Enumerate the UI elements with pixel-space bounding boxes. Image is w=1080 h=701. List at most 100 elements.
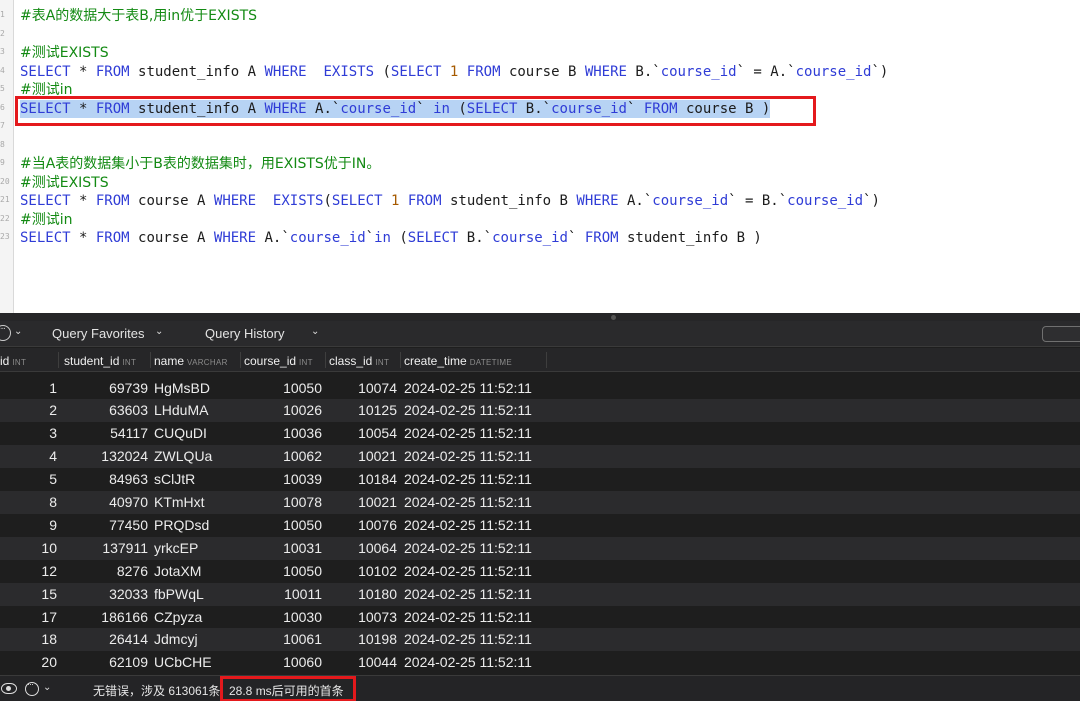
- table-cell-create-time[interactable]: 2024-02-25 11:52:11: [404, 425, 532, 441]
- table-cell-class-id[interactable]: 10102: [358, 563, 397, 579]
- table-row[interactable]: 12 8276 JotaXM 10050 10102 2024-02-25 11:52:1…: [0, 560, 1080, 583]
- table-cell-student-id[interactable]: 84963: [109, 471, 148, 487]
- column-header[interactable]: class_id INT: [329, 354, 389, 368]
- table-cell-course-id[interactable]: 10060: [283, 654, 322, 670]
- query-history-button[interactable]: Query History: [205, 326, 284, 341]
- editor-line[interactable]: 21 SELECT * FROM course A WHERE EXISTS(SE…: [0, 192, 1080, 211]
- table-cell-student-id[interactable]: 132024: [101, 448, 148, 464]
- table-cell-name[interactable]: LHduMA: [154, 402, 208, 418]
- table-cell-student-id[interactable]: 40970: [109, 494, 148, 510]
- sql-editor[interactable]: 1 #表A的数据大于表B,用in优于EXISTS 2 3 #测试EXISTS 4 SELEC…: [0, 0, 1080, 313]
- table-cell-id[interactable]: 20: [41, 654, 57, 670]
- table-row[interactable]: 9 77450 PRQDsd 10050 10076 2024-02-25 11:52:1…: [0, 514, 1080, 537]
- table-cell-course-id[interactable]: 10062: [283, 448, 322, 464]
- column-header[interactable]: student_id INT: [64, 354, 136, 368]
- table-cell-student-id[interactable]: 8276: [117, 563, 148, 579]
- column-divider[interactable]: [546, 352, 547, 368]
- table-cell-create-time[interactable]: 2024-02-25 11:52:11: [404, 540, 532, 556]
- editor-line[interactable]: 2: [0, 26, 1080, 45]
- table-cell-class-id[interactable]: 10076: [358, 517, 397, 533]
- table-cell-create-time[interactable]: 2024-02-25 11:52:11: [404, 631, 532, 647]
- column-header[interactable]: id INT: [0, 354, 26, 368]
- table-cell-name[interactable]: yrkcEP: [154, 540, 198, 556]
- table-cell-student-id[interactable]: 137911: [102, 540, 148, 556]
- column-divider[interactable]: [240, 352, 241, 368]
- column-divider[interactable]: [58, 352, 59, 368]
- table-cell-name[interactable]: HgMsBD: [154, 380, 210, 396]
- editor-line[interactable]: 1 #表A的数据大于表B,用in优于EXISTS: [0, 7, 1080, 26]
- table-cell-class-id[interactable]: 10064: [358, 540, 397, 556]
- table-cell-id[interactable]: 10: [41, 540, 57, 556]
- table-cell-id[interactable]: 9: [49, 517, 57, 533]
- table-cell-course-id[interactable]: 10039: [283, 471, 322, 487]
- eye-icon[interactable]: [1, 683, 17, 694]
- filter-input[interactable]: [1042, 326, 1080, 342]
- table-cell-student-id[interactable]: 54117: [110, 425, 148, 441]
- table-cell-id[interactable]: 15: [41, 586, 57, 602]
- editor-line[interactable]: 9 #当A表的数据集小于B表的数据集时，用EXISTS优于IN。: [0, 155, 1080, 174]
- table-cell-name[interactable]: Jdmcyj: [154, 631, 198, 647]
- table-row[interactable]: 1 69739 HgMsBD 10050 10074 2024-02-25 11:52:1…: [0, 377, 1080, 400]
- table-cell-course-id[interactable]: 10011: [284, 586, 322, 602]
- more-options-icon[interactable]: [25, 679, 39, 696]
- table-cell-create-time[interactable]: 2024-02-25 11:52:11: [404, 609, 532, 625]
- editor-line[interactable]: 22 #测试in: [0, 211, 1080, 230]
- table-cell-course-id[interactable]: 10050: [283, 563, 322, 579]
- table-cell-id[interactable]: 12: [41, 563, 57, 579]
- column-header[interactable]: create_time DATETIME: [404, 354, 512, 368]
- table-cell-id[interactable]: 1: [49, 380, 57, 396]
- table-cell-student-id[interactable]: 77450: [109, 517, 148, 533]
- table-cell-student-id[interactable]: 63603: [109, 402, 148, 418]
- table-cell-name[interactable]: JotaXM: [154, 563, 201, 579]
- table-cell-create-time[interactable]: 2024-02-25 11:52:11: [404, 654, 532, 670]
- table-cell-class-id[interactable]: 10125: [358, 402, 397, 418]
- table-cell-create-time[interactable]: 2024-02-25 11:52:11: [404, 494, 532, 510]
- table-cell-class-id[interactable]: 10074: [358, 380, 397, 396]
- table-cell-id[interactable]: 2: [49, 402, 57, 418]
- table-cell-name[interactable]: PRQDsd: [154, 517, 209, 533]
- table-cell-class-id[interactable]: 10073: [358, 609, 397, 625]
- table-cell-id[interactable]: 17: [41, 609, 57, 625]
- table-cell-class-id[interactable]: 10044: [358, 654, 397, 670]
- table-cell-course-id[interactable]: 10030: [283, 609, 322, 625]
- table-cell-id[interactable]: 18: [41, 631, 57, 647]
- table-cell-class-id[interactable]: 10184: [358, 471, 397, 487]
- table-cell-class-id[interactable]: 10180: [358, 586, 397, 602]
- column-divider[interactable]: [400, 352, 401, 368]
- table-cell-id[interactable]: 5: [49, 471, 57, 487]
- table-row[interactable]: 4 132024 ZWLQUa 10062 10021 2024-02-25 11:52:…: [0, 445, 1080, 469]
- table-cell-name[interactable]: CUQuDI: [154, 425, 207, 441]
- table-cell-student-id[interactable]: 69739: [109, 380, 148, 396]
- more-options-icon[interactable]: [0, 323, 11, 341]
- column-header[interactable]: name VARCHAR: [154, 354, 228, 368]
- table-cell-course-id[interactable]: 10050: [283, 380, 322, 396]
- column-header[interactable]: course_id INT: [244, 354, 313, 368]
- table-cell-name[interactable]: UCbCHE: [154, 654, 212, 670]
- editor-line[interactable]: 4 SELECT * FROM student_info A WHERE EXIS…: [0, 63, 1080, 82]
- chevron-down-icon[interactable]: ⌄: [311, 326, 319, 337]
- table-cell-course-id[interactable]: 10026: [283, 402, 322, 418]
- table-row[interactable]: 2 63603 LHduMA 10026 10125 2024-02-25 11:52:1…: [0, 399, 1080, 423]
- table-cell-course-id[interactable]: 10061: [283, 631, 322, 647]
- chevron-down-icon[interactable]: ⌄: [43, 682, 51, 693]
- table-cell-class-id[interactable]: 10021: [358, 448, 397, 464]
- editor-line[interactable]: 20 #测试EXISTS: [0, 174, 1080, 193]
- column-divider[interactable]: [150, 352, 151, 368]
- editor-line[interactable]: 3 #测试EXISTS: [0, 44, 1080, 63]
- table-row[interactable]: 17 186166 CZpyza 10030 10073 2024-02-25 11:52…: [0, 606, 1080, 629]
- table-cell-student-id[interactable]: 62109: [109, 654, 148, 670]
- table-row[interactable]: 10 137911 yrkcEP 10031 10064 2024-02-25 11:52…: [0, 536, 1080, 560]
- table-cell-create-time[interactable]: 2024-02-25 11:52:11: [404, 586, 532, 602]
- query-favorites-button[interactable]: Query Favorites: [52, 326, 144, 341]
- chevron-down-icon[interactable]: ⌄: [14, 326, 22, 337]
- table-cell-name[interactable]: KTmHxt: [154, 494, 205, 510]
- table-cell-create-time[interactable]: 2024-02-25 11:52:11: [404, 517, 532, 533]
- table-row[interactable]: 20 62109 UCbCHE 10060 10044 2024-02-25 11:52:…: [0, 651, 1080, 674]
- table-cell-class-id[interactable]: 10198: [358, 631, 397, 647]
- chevron-down-icon[interactable]: ⌄: [155, 326, 163, 337]
- table-cell-create-time[interactable]: 2024-02-25 11:52:11: [404, 380, 532, 396]
- table-cell-name[interactable]: fbPWqL: [154, 586, 204, 602]
- table-cell-id[interactable]: 8: [49, 494, 57, 510]
- table-cell-create-time[interactable]: 2024-02-25 11:52:11: [404, 448, 532, 464]
- editor-line[interactable]: 23 SELECT * FROM course A WHERE A.`course…: [0, 229, 1080, 248]
